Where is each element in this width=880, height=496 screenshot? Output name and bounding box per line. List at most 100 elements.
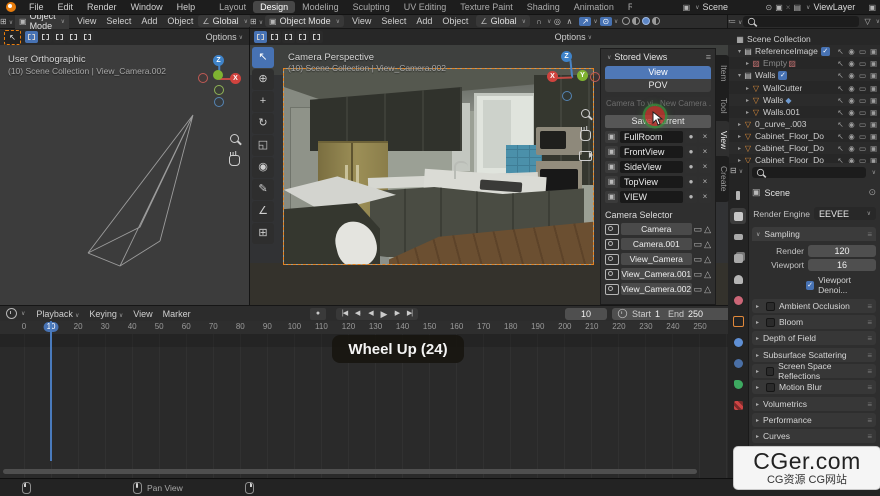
stored-view-name[interactable]: FrontView bbox=[620, 146, 683, 158]
pov-mode-button[interactable]: POV bbox=[605, 79, 711, 92]
tool-rotate[interactable]: ↻ bbox=[252, 113, 274, 134]
render-disable-icon[interactable]: ▣ bbox=[869, 84, 878, 93]
tab-object[interactable] bbox=[730, 313, 746, 329]
gizmo-z-neg[interactable] bbox=[214, 97, 224, 107]
camera-row[interactable]: View_Camera ▭ △ bbox=[605, 253, 711, 265]
gizmo-x-axis[interactable]: X bbox=[230, 73, 241, 84]
snap-magnet-icon[interactable]: ∩ bbox=[533, 17, 545, 26]
view-delete-icon[interactable]: × bbox=[699, 191, 711, 203]
shading-wireframe-icon[interactable] bbox=[622, 17, 630, 25]
timeline-horizontal-scrollbar[interactable] bbox=[3, 469, 697, 474]
navigation-gizmo[interactable]: Z X Y bbox=[546, 47, 600, 105]
filter-funnel-icon[interactable]: ▽ bbox=[862, 17, 874, 26]
view-apply-dot[interactable]: ● bbox=[685, 131, 697, 143]
hide-eye-icon[interactable]: ◉ bbox=[847, 120, 856, 129]
jump-to-end-button[interactable]: ▶| bbox=[403, 308, 416, 320]
jump-to-start-button[interactable]: |◀ bbox=[338, 308, 351, 320]
stored-view-row[interactable]: ▣ VIEW ● × bbox=[605, 191, 711, 203]
tab-texture-paint[interactable]: Texture Paint bbox=[453, 1, 520, 13]
monitor-icon[interactable]: ▭ bbox=[694, 284, 703, 295]
stored-view-name[interactable]: VIEW bbox=[620, 191, 683, 203]
search-input[interactable] bbox=[752, 167, 866, 178]
view-delete-icon[interactable]: × bbox=[699, 161, 711, 173]
gizmo-z-axis[interactable]: Z bbox=[561, 51, 572, 62]
properties-search[interactable]: ∨ bbox=[752, 167, 876, 178]
gizmo-z-axis[interactable]: Z bbox=[213, 55, 224, 66]
menu-object[interactable]: Object bbox=[162, 16, 198, 26]
section-checkbox[interactable] bbox=[766, 367, 774, 376]
section-motion-blur[interactable]: ▸Motion Blur≡ bbox=[752, 380, 876, 394]
viewport-disable-icon[interactable]: ▭ bbox=[858, 84, 867, 93]
selectable-icon[interactable]: ↖ bbox=[836, 84, 845, 93]
blender-logo-icon[interactable] bbox=[6, 2, 16, 12]
viewport-disable-icon[interactable]: ▭ bbox=[858, 59, 867, 68]
left-3d-viewport[interactable]: ↖ Options∨ User Orthographic (10) Scene … bbox=[0, 29, 250, 305]
snap-target-icon[interactable]: ↗ bbox=[579, 17, 591, 26]
delete-scene-icon[interactable]: × bbox=[786, 3, 791, 12]
outliner-search-input[interactable] bbox=[743, 16, 859, 27]
editor-type-icon[interactable]: ≔∨ bbox=[728, 17, 740, 26]
frame-range-fields[interactable]: Start1 End250 bbox=[612, 308, 728, 320]
orientation-dropdown[interactable]: ∠ Global∨ bbox=[198, 15, 252, 27]
menu-render[interactable]: Render bbox=[80, 2, 124, 12]
hide-eye-icon[interactable]: ◉ bbox=[847, 47, 856, 56]
npanel-tab-view[interactable]: View bbox=[716, 121, 729, 159]
menu-object[interactable]: Object bbox=[437, 16, 473, 26]
pan-hand-icon[interactable] bbox=[580, 130, 591, 141]
render-disable-icon[interactable]: ▣ bbox=[869, 144, 878, 153]
view-mode-button[interactable]: View bbox=[605, 66, 711, 79]
npanel-tab-tool[interactable]: Tool bbox=[716, 88, 729, 124]
selectable-icon[interactable]: ↖ bbox=[836, 132, 845, 141]
section-subsurface-scattering[interactable]: ▸Subsurface Scattering≡ bbox=[752, 348, 876, 362]
tab-shading[interactable]: Shading bbox=[520, 1, 567, 13]
outliner-row[interactable]: ▦ Scene Collection bbox=[728, 33, 880, 45]
tab-data[interactable] bbox=[730, 376, 746, 392]
gizmo-y-axis[interactable] bbox=[213, 70, 223, 80]
tab-texture[interactable] bbox=[730, 397, 746, 413]
tool-move[interactable]: + bbox=[252, 91, 274, 112]
camera-view-icon[interactable] bbox=[579, 151, 592, 161]
viewport-samples-field[interactable]: 16 bbox=[808, 259, 876, 271]
menu-file[interactable]: File bbox=[22, 2, 51, 12]
view-delete-icon[interactable]: × bbox=[699, 131, 711, 143]
render-disable-icon[interactable]: ▣ bbox=[869, 71, 878, 80]
editor-type-icon[interactable]: ⊟∨ bbox=[730, 166, 742, 175]
render-disable-icon[interactable]: ▣ bbox=[869, 59, 878, 68]
select-mode-tweak[interactable] bbox=[254, 31, 267, 43]
gizmo-y-neg[interactable] bbox=[214, 85, 224, 95]
viewport-disable-icon[interactable]: ▭ bbox=[858, 132, 867, 141]
hide-eye-icon[interactable]: ◉ bbox=[847, 59, 856, 68]
camera-row[interactable]: Camera ▭ △ bbox=[605, 223, 711, 235]
use-preview-range-icon[interactable] bbox=[618, 309, 627, 318]
render-disable-icon[interactable]: ▣ bbox=[869, 132, 878, 141]
section-bloom[interactable]: ▸Bloom≡ bbox=[752, 315, 876, 329]
collection-checkbox[interactable]: ✓ bbox=[821, 47, 830, 56]
shading-rendered-icon[interactable] bbox=[652, 17, 660, 25]
viewport-disable-icon[interactable]: ▭ bbox=[858, 96, 867, 105]
tab-scene[interactable] bbox=[730, 271, 746, 287]
camera-name[interactable]: Camera bbox=[621, 223, 692, 235]
denoise-checkbox[interactable]: ✓ bbox=[806, 281, 814, 290]
menu-add[interactable]: Add bbox=[411, 16, 437, 26]
current-frame-field[interactable]: 10 bbox=[565, 308, 607, 320]
monitor-icon[interactable]: ▭ bbox=[694, 239, 703, 250]
tab-constraints[interactable] bbox=[730, 355, 746, 371]
selectable-icon[interactable]: ↖ bbox=[836, 120, 845, 129]
gizmo-z-neg[interactable] bbox=[562, 91, 572, 101]
select-mode-box[interactable] bbox=[268, 31, 281, 43]
gizmo-y-axis[interactable]: Y bbox=[577, 70, 588, 81]
hide-eye-icon[interactable]: ◉ bbox=[847, 71, 856, 80]
camera-row[interactable]: View_Camera.002 ▭ △ bbox=[605, 283, 711, 295]
outliner-row[interactable]: ▸▽ Cabinet_Floor_Do ↖◉▭▣ bbox=[728, 130, 880, 142]
tab-design[interactable]: Design bbox=[253, 1, 295, 13]
timeline-ruler[interactable]: 0102030405060708090100110120130140150160… bbox=[0, 321, 728, 335]
viewport-disable-icon[interactable]: ▭ bbox=[858, 108, 867, 117]
camera-name[interactable]: Camera.001 bbox=[621, 238, 692, 250]
editor-type-icon[interactable]: ⊞∨ bbox=[250, 17, 262, 26]
camera-name[interactable]: View_Camera.002 bbox=[621, 283, 692, 295]
proportional-editing-icon[interactable]: ◎ bbox=[551, 17, 563, 26]
menu-select[interactable]: Select bbox=[376, 16, 411, 26]
tool-add-cube[interactable]: ⊞ bbox=[252, 223, 274, 244]
viewport-disable-icon[interactable]: ▭ bbox=[858, 47, 867, 56]
pan-hand-icon[interactable] bbox=[229, 155, 240, 166]
